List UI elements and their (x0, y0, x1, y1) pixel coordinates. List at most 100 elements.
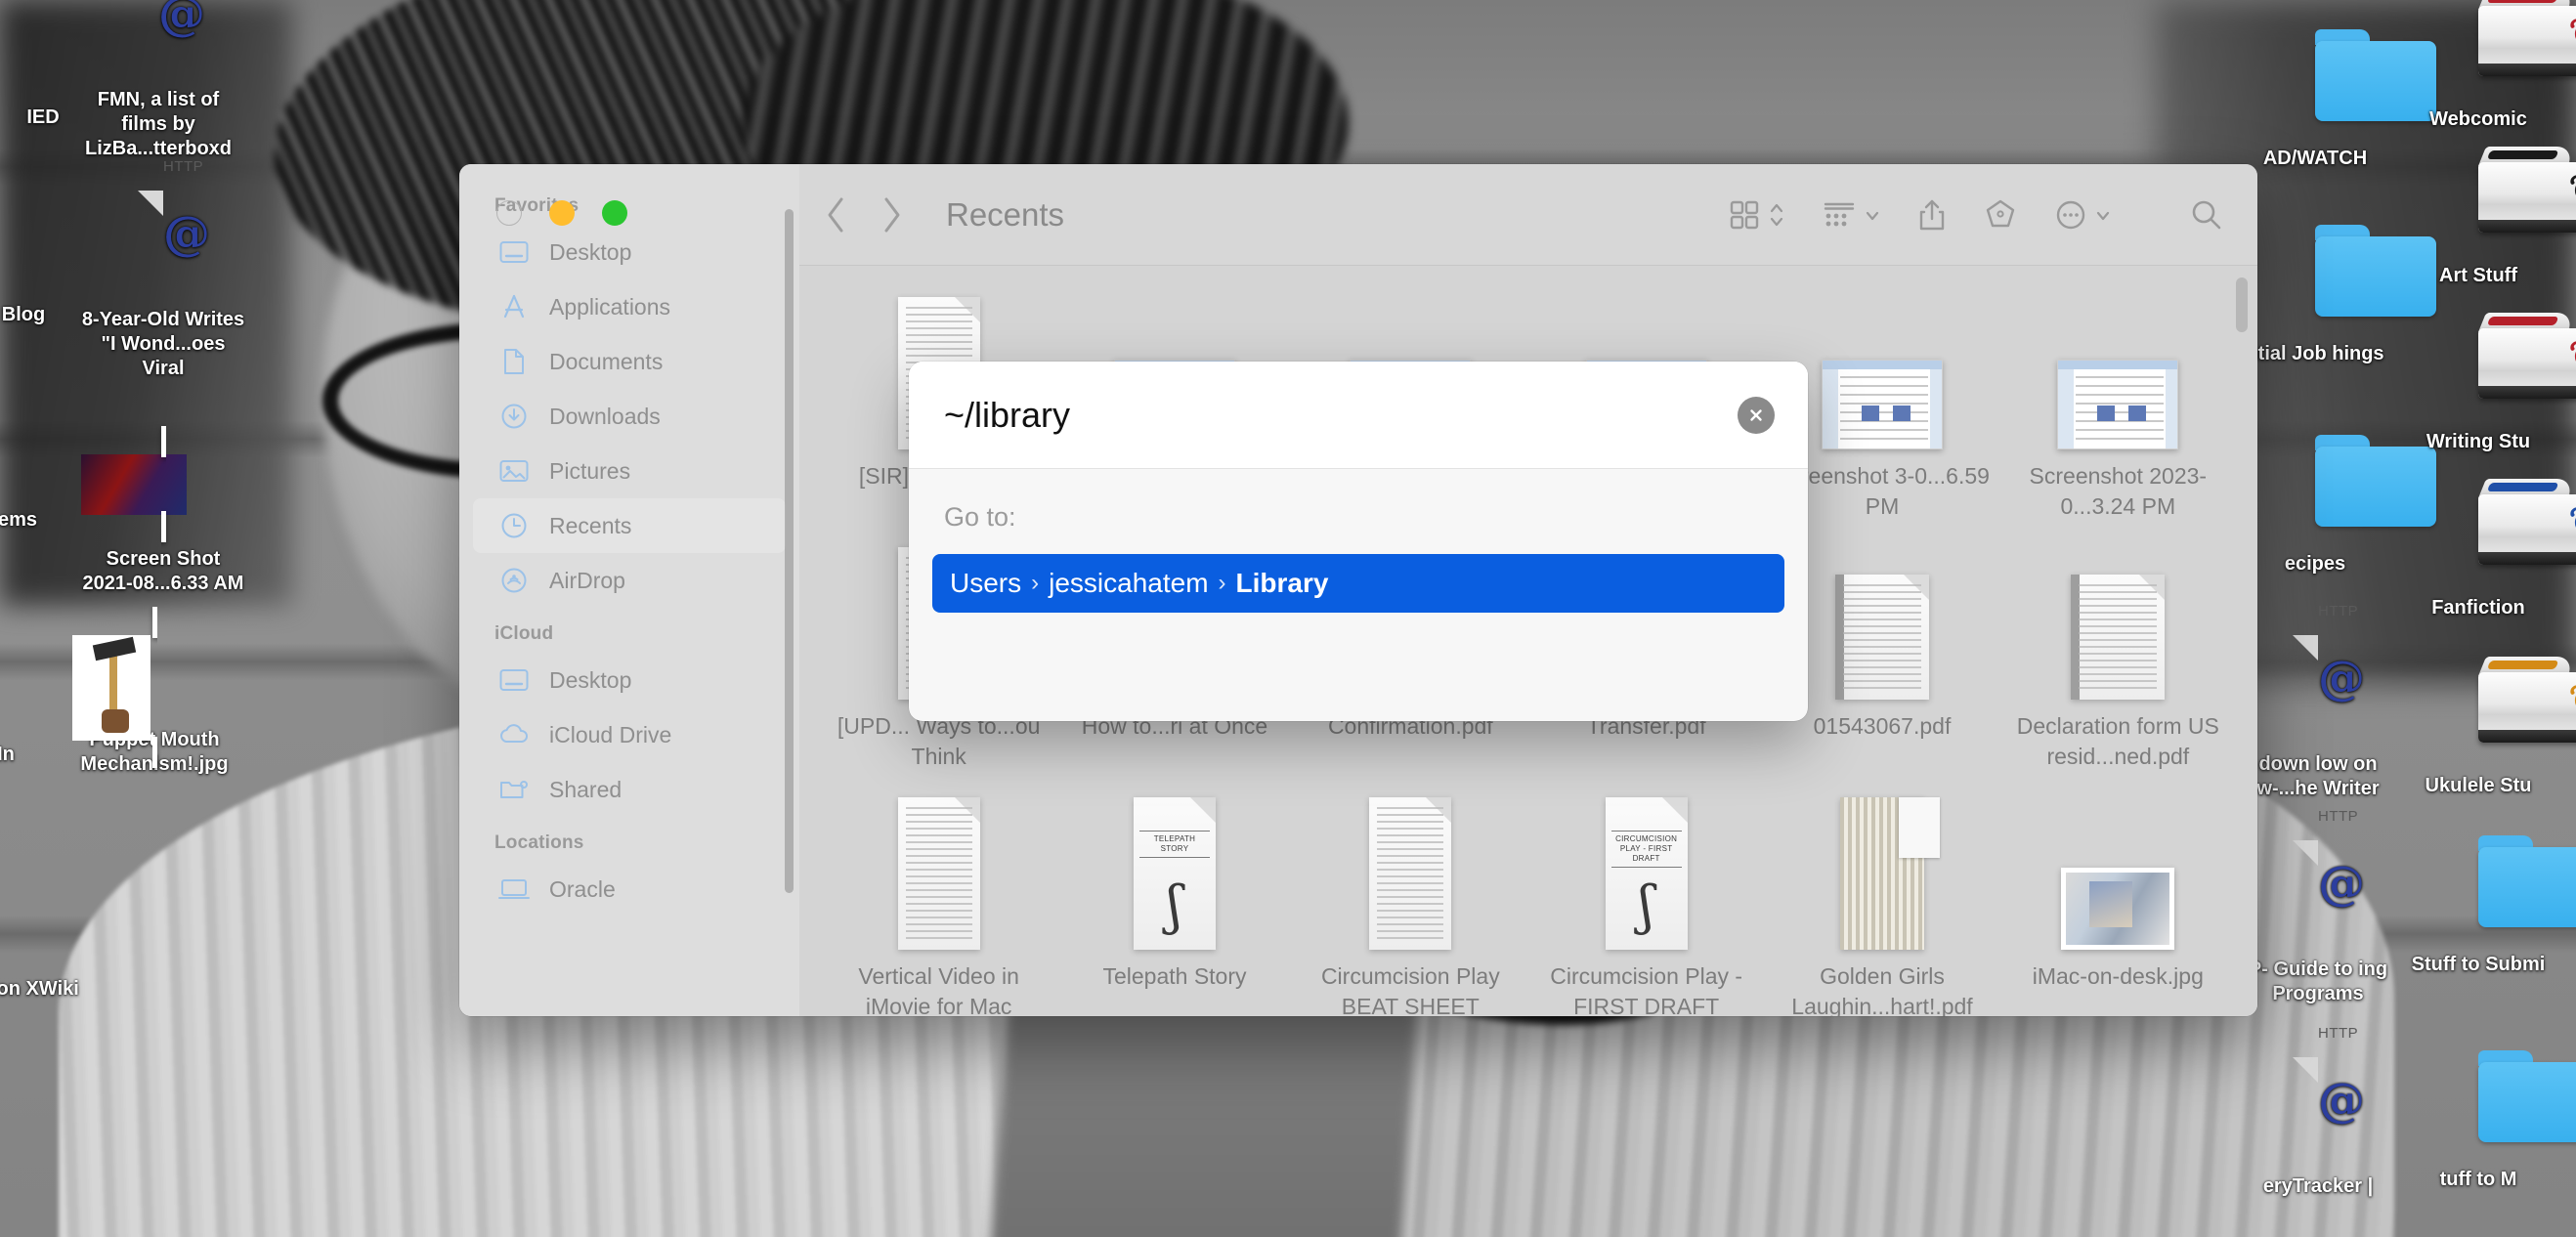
finder-toolbar[interactable]: Recents (799, 164, 2257, 266)
content-scrollbar[interactable] (2236, 277, 2248, 332)
stuff-to-submit-folder[interactable]: Stuff to Submi (2396, 835, 2576, 977)
close-button[interactable] (496, 200, 522, 226)
go-to-results: Go to: Users › jessicahatem › Library (909, 469, 1808, 613)
photo-thumbnail (2061, 868, 2175, 951)
clipped-label-in[interactable]: In (0, 743, 88, 767)
sidebar-item-oracle[interactable]: Oracle (473, 862, 786, 917)
desktop-icon (494, 237, 534, 267)
path-separator-icon: › (1031, 570, 1040, 596)
sidebar-item-downloads[interactable]: Downloads (473, 389, 786, 444)
file-icon: CIRCUMCISION PLAY - FIRST DRAFT ʃ (1534, 795, 1758, 951)
window-controls[interactable] (496, 200, 627, 226)
zoom-button[interactable] (602, 200, 627, 226)
group-by-button[interactable] (1822, 198, 1880, 232)
spreadsheet-thumbnail (1839, 797, 1940, 951)
sidebar-item-label: Shared (549, 776, 623, 802)
querytracker-webloc[interactable]: @HTTP eryTracker | (2236, 1025, 2400, 1199)
sidebar-item-shared[interactable]: Shared (473, 762, 786, 817)
desktop-icon-label: AD/WATCH (2262, 148, 2368, 169)
finder-sidebar[interactable]: Favorites Desktop Applications Documents Dow… (459, 164, 799, 1016)
essential-job-things-folder[interactable]: ntial Job hings (2233, 225, 2436, 366)
clipped-label-ied[interactable]: IED (0, 106, 125, 130)
awp-guide-writing-programs-webloc[interactable]: @HTTP P- Guide to ing Programs (2236, 808, 2400, 1006)
go-to-result-row[interactable]: Users › jessicahatem › Library (932, 554, 1784, 613)
sidebar-item-applications[interactable]: Applications (473, 279, 786, 334)
stuff-to-move-folder[interactable]: tuff to M (2396, 1050, 2576, 1192)
forward-button[interactable] (881, 196, 903, 234)
tags-button[interactable] (1984, 198, 2017, 232)
clear-button[interactable] (1738, 396, 1775, 434)
file-golden-girls-pdf[interactable]: Golden Girls Laughin...hart!.pdf (1764, 791, 1999, 1016)
group-chevron-icon[interactable] (1865, 198, 1880, 232)
pdf-thumbnail (1834, 575, 1929, 701)
sidebar-item-desktop[interactable]: Desktop (473, 225, 786, 279)
view-chevron-icon[interactable] (1769, 198, 1784, 232)
sidebar-item-label: Pictures (549, 457, 631, 484)
sidebar-item-documents[interactable]: Documents (473, 334, 786, 389)
clipped-label-blog[interactable]: Blog (0, 303, 106, 327)
sidebar-item-label: Downloads (549, 403, 661, 429)
path-separator-icon: › (1218, 570, 1226, 596)
file-telepath-story[interactable]: TELEPATH STORY ʃ Telepath Story (1056, 791, 1292, 1016)
http-webloc-icon: @HTTP (2236, 1025, 2400, 1167)
sidebar-item-airdrop[interactable]: AirDrop (473, 553, 786, 608)
close-icon (1750, 408, 1762, 421)
desktop-icon-label: Writing Stu (2426, 431, 2531, 452)
laptop-icon (494, 874, 534, 904)
puppet-mouth-mechanism[interactable]: Puppet Mouth Mechanism!.jpg (72, 607, 236, 777)
file-imac-on-desk-jpg[interactable]: iMac-on-desk.jpg (2000, 791, 2236, 1016)
read-watch-folder[interactable]: AD/WATCH (2233, 29, 2436, 171)
file-screenshot-324pm[interactable]: Screenshot 2023-0...3.24 PM (2000, 291, 2236, 532)
sidebar-scrollbar[interactable] (785, 209, 794, 893)
desktop-icon-label: 8-Year-Old Writes "I Wond...oes Viral (81, 309, 245, 379)
desktop-icon (494, 665, 534, 695)
desktop-icon-label: ntial Job hings (2246, 343, 2384, 364)
file-icon (2006, 295, 2230, 449)
ukulele-stuff-folder[interactable]: ❦ Ukulele Stu (2396, 657, 2576, 798)
more-chevron-icon[interactable] (2095, 198, 2111, 232)
go-to-input-row[interactable] (909, 362, 1808, 469)
writing-stuff-folder[interactable]: ❦ Writing Stu (2396, 313, 2576, 454)
sidebar-item-icloud-drive[interactable]: iCloud Drive (473, 707, 786, 762)
minimize-button[interactable] (549, 200, 575, 226)
pictures-icon (494, 456, 534, 486)
desktop-icon-label: Screen Shot 2021-08...6.33 AM (82, 548, 244, 594)
sidebar-item-desktop[interactable]: Desktop (473, 653, 786, 707)
airdrop-icon (494, 566, 534, 595)
file-circumcision-first-draft[interactable]: CIRCUMCISION PLAY - FIRST DRAFT ʃ Circumci… (1528, 791, 1764, 1016)
file-circumcision-beat-sheet[interactable]: Circumcision Play BEAT SHEET (1293, 791, 1528, 1016)
clipped-label-ems[interactable]: ems (0, 508, 100, 533)
file-label: Circumcision Play - FIRST DRAFT (1550, 963, 1743, 1016)
down-low-on-writer-webloc[interactable]: @HTTP down low on w-...he Writer (2236, 603, 2400, 801)
screen-shot-2021[interactable]: Screen Shot 2021-08...6.33 AM (81, 426, 245, 596)
8-year-old-writes-webloc[interactable]: @HTTP 8-Year-Old Writes "I Wond...oes Vir… (81, 158, 245, 381)
share-button[interactable] (1917, 197, 1947, 233)
blue-folder-icon (2233, 29, 2436, 139)
icon-view-button[interactable] (1728, 198, 1784, 232)
blue-folder-icon (2233, 225, 2436, 334)
image-thumbnail-icon (81, 426, 245, 542)
sidebar-item-recents[interactable]: Recents (473, 498, 786, 553)
pdf-thumbnail (2071, 575, 2166, 701)
recipes-folder[interactable]: ecipes (2233, 435, 2436, 576)
fanfiction-folder[interactable]: ❦ Fanfiction (2396, 479, 2576, 620)
cloud-icon (494, 720, 534, 749)
fmn-films-list-webloc[interactable]: @HTTPFMN, a list of films by LizBa...tte… (76, 0, 240, 161)
go-to-path-input[interactable] (944, 394, 1738, 436)
art-stuff-folder[interactable]: ❦ Art Stuff (2396, 147, 2576, 288)
webcomics-folder[interactable]: ❦ Webcomic (2396, 0, 2576, 132)
back-button[interactable] (825, 196, 846, 234)
more-actions-button[interactable] (2054, 198, 2111, 232)
search-button[interactable] (2189, 197, 2224, 233)
sidebar-item-label: Desktop (549, 238, 632, 265)
file-vertical-video-imovie[interactable]: Vertical Video in iMovie for Mac (821, 791, 1056, 1016)
file-label: Declaration form US resid...ned.pdf (2016, 713, 2219, 770)
desktop-icon-label: tuff to M (2439, 1169, 2517, 1190)
file-declaration-form-pdf[interactable]: Declaration form US resid...ned.pdf (2000, 541, 2236, 782)
go-to-folder-dialog[interactable]: Go to: Users › jessicahatem › Library (909, 362, 1808, 721)
sidebar-item-pictures[interactable]: Pictures (473, 444, 786, 498)
clipped-label-ission-xwiki[interactable]: ission XWiki (0, 977, 104, 1002)
desktop: @HTTPFMN, a list of films by LizBa...tte… (0, 0, 2576, 1237)
blue-folder-icon (2396, 835, 2576, 945)
screenshot-thumbnail (2057, 360, 2179, 449)
